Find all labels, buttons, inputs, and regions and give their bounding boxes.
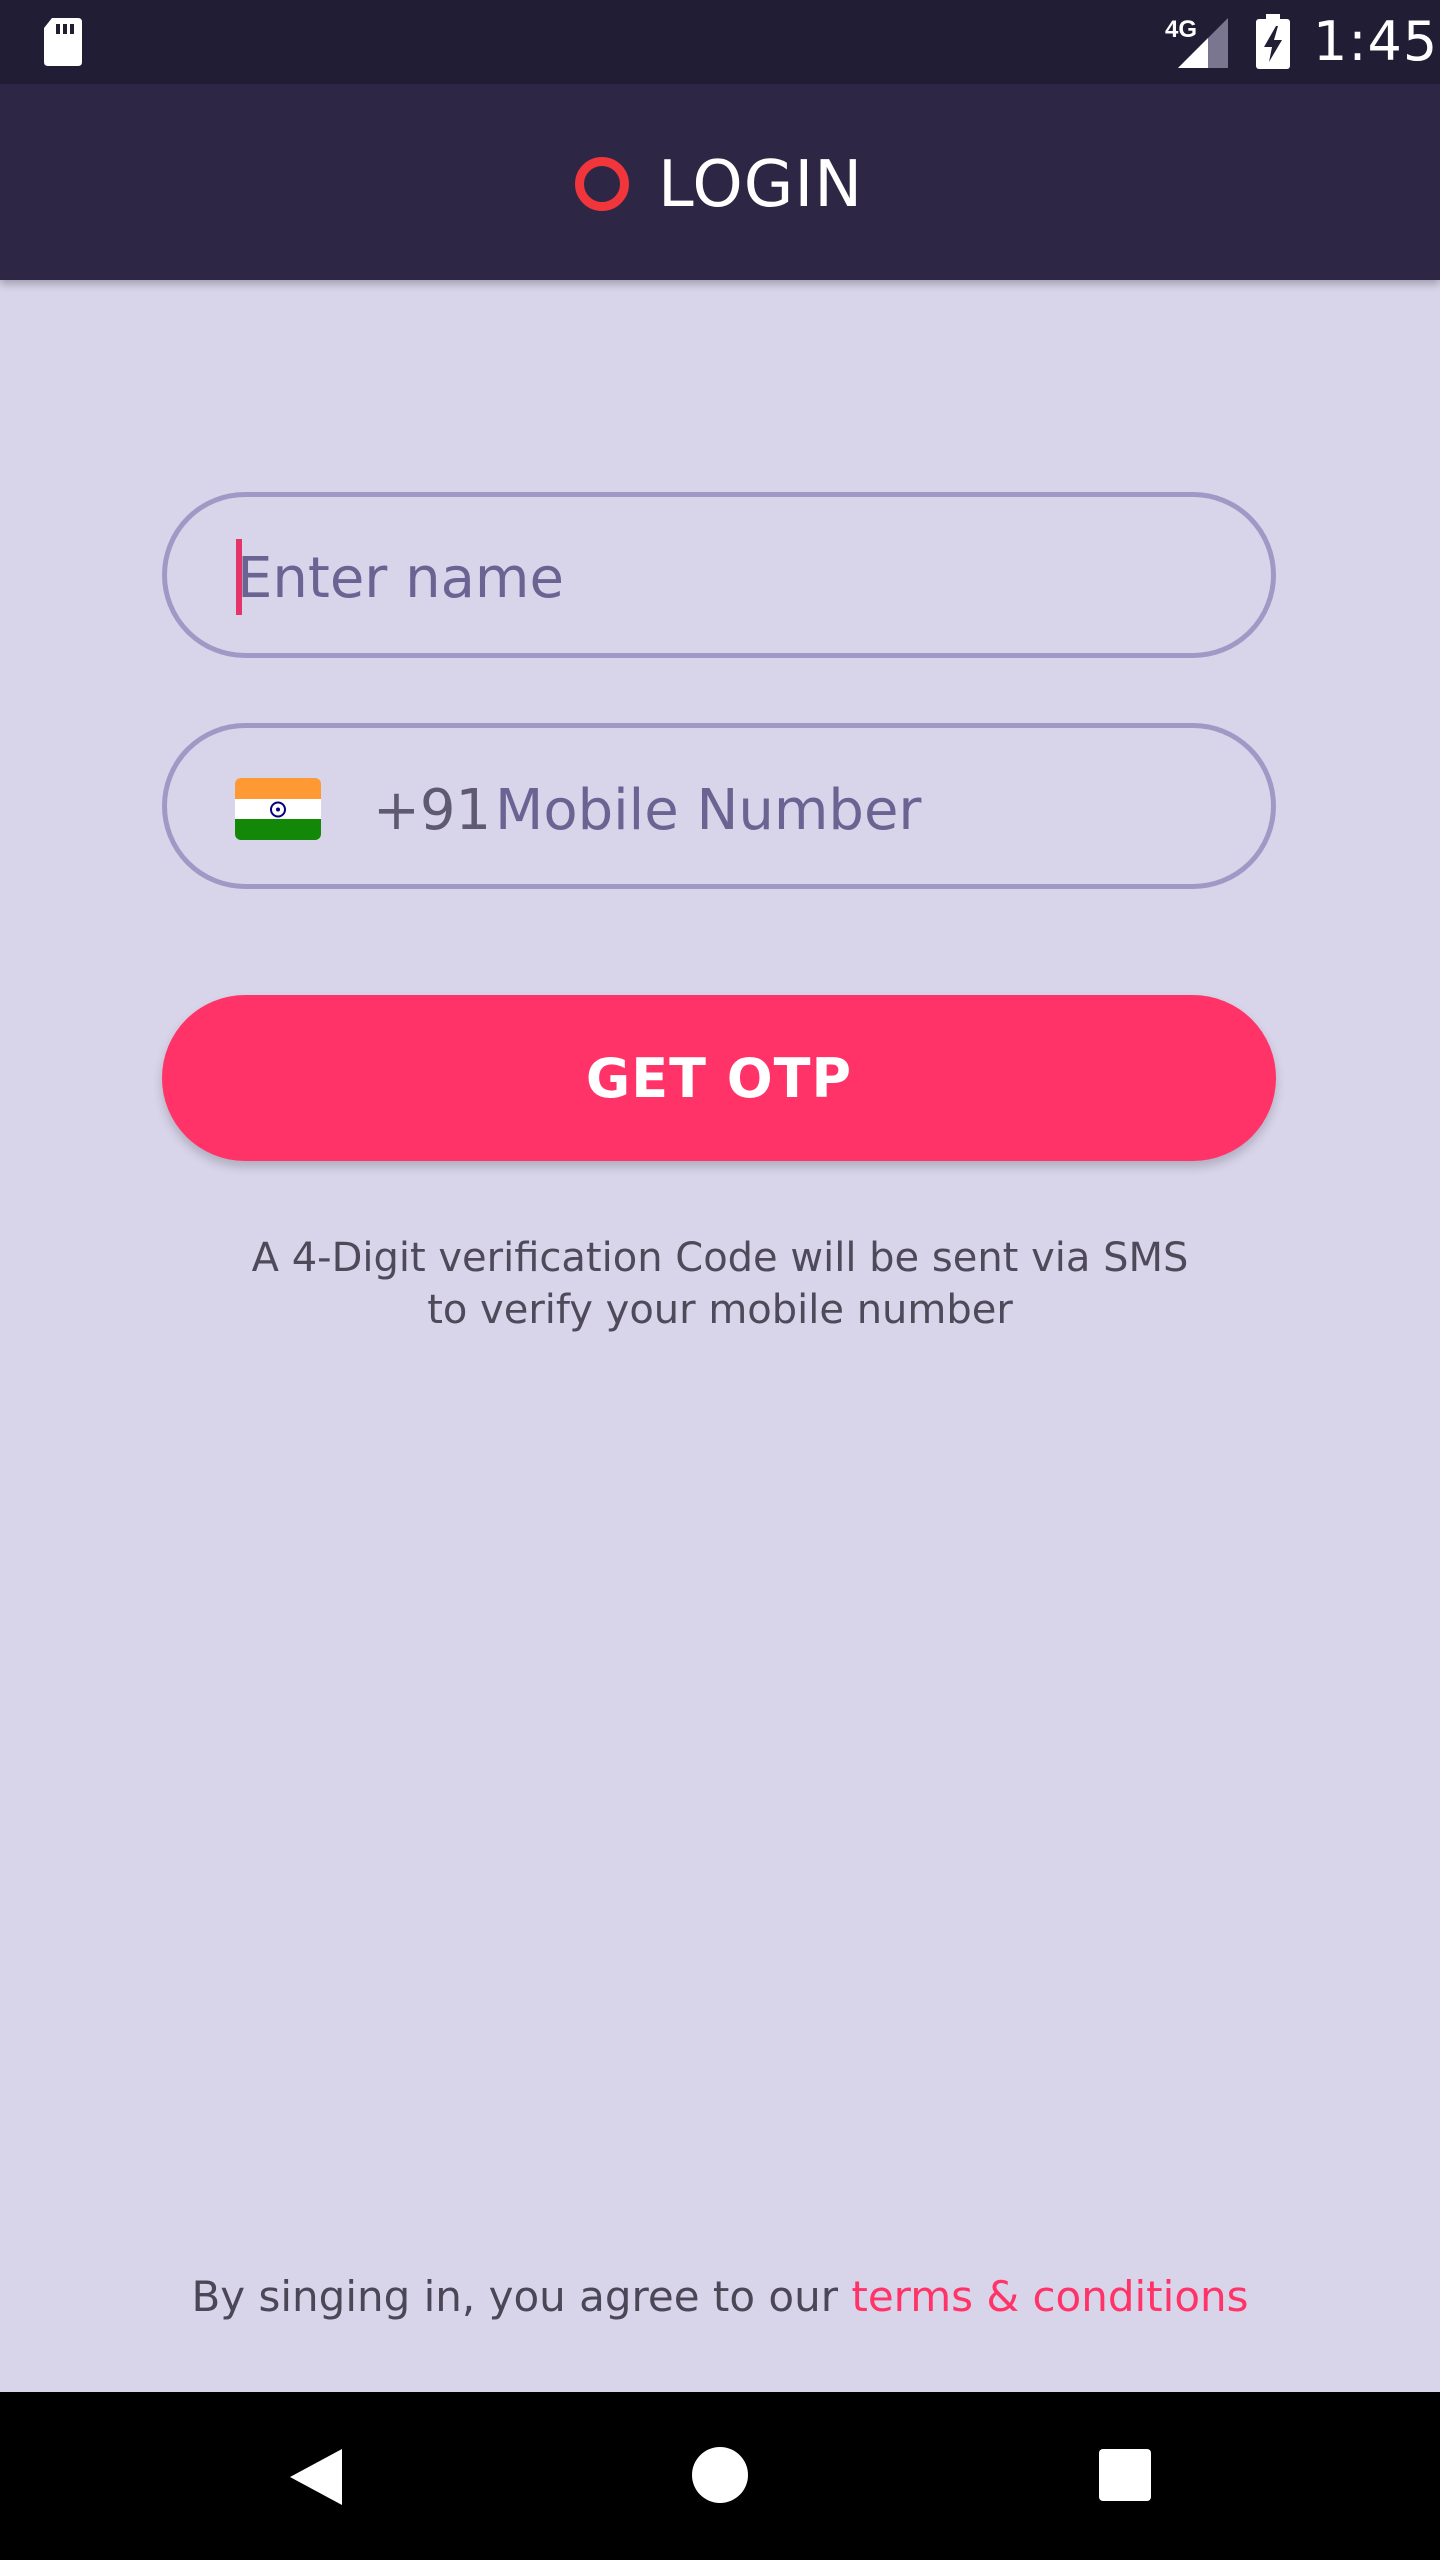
back-icon[interactable] — [288, 2447, 344, 2507]
home-icon[interactable] — [692, 2447, 748, 2503]
get-otp-button[interactable]: GET OTP — [162, 995, 1276, 1161]
signal-icon — [1178, 18, 1228, 68]
recents-icon[interactable] — [1099, 2449, 1151, 2501]
page-title: LOGIN — [658, 148, 864, 222]
ring-logo-icon — [575, 157, 629, 211]
mobile-placeholder: Mobile Number — [495, 778, 922, 843]
terms-prefix: By singing in, you agree to our — [191, 2272, 852, 2321]
sd-card-icon — [44, 18, 82, 66]
status-bar: 4G 1:45 — [0, 0, 1440, 84]
text-cursor — [236, 539, 242, 615]
verification-info-line2: to verify your mobile number — [427, 1287, 1013, 1333]
name-placeholder: Enter name — [237, 546, 564, 611]
terms-link[interactable]: terms & conditions — [851, 2272, 1248, 2321]
country-code[interactable]: +91 — [373, 778, 491, 843]
verification-info-line1: A 4-Digit verification Code will be sent… — [251, 1235, 1189, 1281]
india-flag-icon[interactable] — [235, 778, 321, 840]
terms-notice: By singing in, you agree to our terms & … — [0, 2272, 1440, 2321]
status-clock: 1:45 — [1313, 10, 1439, 73]
mobile-number-field[interactable]: +91 Mobile Number — [162, 723, 1276, 889]
verification-info: A 4-Digit verification Code will be sent… — [160, 1232, 1280, 1336]
name-field[interactable]: Enter name — [162, 492, 1276, 658]
battery-charging-icon — [1256, 14, 1290, 69]
